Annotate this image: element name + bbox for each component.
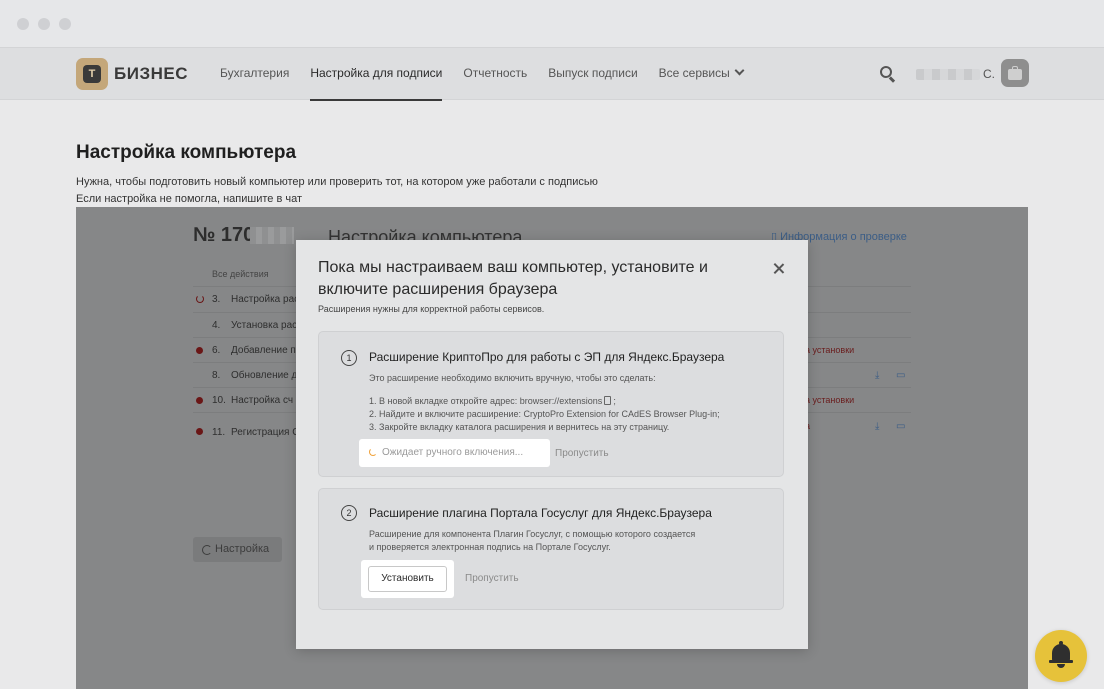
nav-all-services-label: Все сервисы bbox=[658, 66, 730, 80]
error-dot-icon bbox=[196, 428, 203, 435]
copy-icon[interactable] bbox=[604, 396, 612, 405]
chevron-down-icon bbox=[734, 65, 745, 76]
page-title: Настройка компьютера bbox=[76, 142, 297, 163]
instruction-1-text: 1. В новой вкладке откройте адрес: brows… bbox=[369, 396, 603, 406]
window-minimize-dot[interactable] bbox=[38, 18, 50, 30]
error-dot-icon bbox=[196, 397, 203, 404]
bg-row-label: Регистрация С bbox=[231, 427, 300, 438]
bell-icon bbox=[1052, 644, 1070, 661]
page-description-2: Если настройка не помогла, напишите в ча… bbox=[76, 193, 302, 205]
step-intro: Это расширение необходимо включить вручн… bbox=[369, 373, 656, 383]
close-icon[interactable] bbox=[773, 263, 784, 274]
nav-accounting[interactable]: Бухгалтерия bbox=[220, 48, 289, 100]
bg-row-num: 10. bbox=[212, 395, 226, 406]
bell-icon-clapper bbox=[1057, 664, 1065, 668]
step-description-2: и проверяется электронная подпись на Пор… bbox=[369, 542, 611, 552]
step-instruction-1: 1. В новой вкладке откройте адрес: brows… bbox=[369, 395, 616, 406]
bg-row-num: 4. bbox=[212, 320, 221, 331]
user-name-suffix[interactable]: С. bbox=[983, 67, 995, 81]
bg-row-label: Настройка сч bbox=[231, 395, 294, 406]
step-number-badge: 1 bbox=[341, 350, 357, 366]
waiting-status: Ожидает ручного включения... bbox=[369, 447, 523, 458]
notifications-button[interactable] bbox=[1035, 630, 1087, 682]
page-description-1: Нужна, чтобы подготовить новый компьютер… bbox=[76, 176, 598, 188]
download-icon: ⤓ bbox=[875, 370, 880, 381]
download-icon: ⤓ bbox=[875, 421, 880, 432]
error-dot-icon bbox=[196, 347, 203, 354]
window-maximize-dot[interactable] bbox=[59, 18, 71, 30]
nav-reporting[interactable]: Отчетность bbox=[463, 48, 527, 100]
folder-icon: ▭ bbox=[896, 421, 906, 432]
bg-row-label: Обновление д bbox=[231, 370, 298, 381]
bg-status-fragment: а установки bbox=[805, 345, 855, 355]
window-titlebar bbox=[0, 0, 1104, 47]
logo-shield-icon: Т bbox=[76, 58, 108, 90]
bg-document-number-blurred bbox=[250, 227, 294, 244]
step-instruction-3: 3. Закройте вкладку каталога расширения … bbox=[369, 422, 670, 432]
step-number-badge: 2 bbox=[341, 505, 357, 521]
top-header: Т БИЗНЕС Бухгалтерия Настройка для подпи… bbox=[0, 47, 1104, 101]
folder-icon: ▭ bbox=[896, 370, 906, 381]
waiting-status-label: Ожидает ручного включения... bbox=[382, 447, 524, 458]
nav-all-services[interactable]: Все сервисы bbox=[658, 48, 745, 100]
bg-document-number: № 170 bbox=[193, 224, 255, 246]
step-description-1: Расширение для компонента Плагин Госуслу… bbox=[369, 529, 696, 539]
spinner-icon bbox=[369, 448, 377, 456]
logo-text: БИЗНЕС bbox=[114, 64, 188, 83]
skip-button[interactable]: Пропустить bbox=[465, 573, 519, 584]
bg-column-header: Все действия bbox=[212, 269, 269, 279]
bg-status-fragment: а установки bbox=[805, 395, 855, 405]
step-instruction-2: 2. Найдите и включите расширение: Crypto… bbox=[369, 409, 720, 419]
spinner-icon bbox=[196, 295, 204, 303]
briefcase-icon bbox=[1008, 69, 1022, 80]
modal-title: Пока мы настраиваем ваш компьютер, устан… bbox=[318, 259, 708, 298]
step-card-cryptopro: 1 Расширение КриптоПро для работы с ЭП д… bbox=[318, 331, 784, 477]
nav-signature-issue[interactable]: Выпуск подписи bbox=[548, 48, 637, 100]
search-icon[interactable] bbox=[880, 66, 896, 83]
skip-button[interactable]: Пропустить bbox=[555, 448, 609, 459]
bg-row-label: Настройка рас bbox=[231, 294, 300, 305]
bg-setup-button: Настройка bbox=[193, 537, 282, 562]
bg-row-label: Установка рас bbox=[231, 320, 298, 331]
user-name-blurred[interactable] bbox=[916, 69, 980, 80]
waiting-status-highlight: Ожидает ручного включения... bbox=[359, 439, 550, 467]
logo[interactable]: Т БИЗНЕС bbox=[76, 58, 188, 90]
nav-signature-setup[interactable]: Настройка для подписи bbox=[310, 48, 443, 101]
extensions-modal: Пока мы настраиваем ваш компьютер, устан… bbox=[296, 240, 808, 649]
bg-row-num: 6. bbox=[212, 345, 221, 356]
step-card-gosuslugi: 2 Расширение плагина Портала Госуслуг дл… bbox=[318, 488, 784, 610]
bg-row-num: 11. bbox=[212, 427, 226, 438]
logo-letter: Т bbox=[83, 65, 101, 83]
step-title: Расширение КриптоПро для работы с ЭП для… bbox=[369, 350, 725, 364]
bg-row-label: Добавление пр bbox=[231, 345, 302, 356]
window-close-dot[interactable] bbox=[17, 18, 29, 30]
bg-row-num: 8. bbox=[212, 370, 221, 381]
install-button[interactable]: Установить bbox=[368, 566, 447, 592]
bell-icon-base bbox=[1049, 660, 1073, 663]
bg-row-num: 3. bbox=[212, 294, 221, 305]
install-highlight: Установить bbox=[361, 560, 454, 598]
avatar[interactable] bbox=[1001, 59, 1029, 87]
instruction-1-tail: ; bbox=[613, 396, 616, 406]
modal-subtitle: Расширения нужны для корректной работы с… bbox=[318, 304, 545, 314]
main-nav: Бухгалтерия Настройка для подписи Отчетн… bbox=[220, 48, 764, 101]
step-title: Расширение плагина Портала Госуслуг для … bbox=[369, 506, 712, 520]
